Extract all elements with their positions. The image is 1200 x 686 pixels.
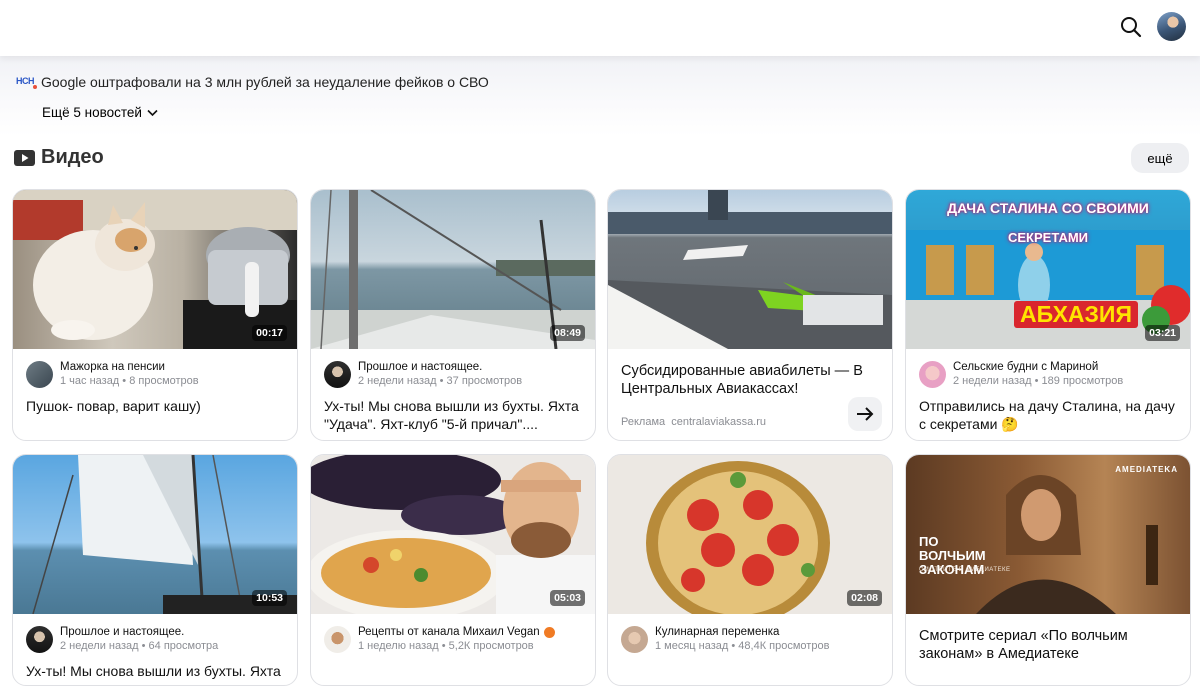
ad-thumbnail[interactable]: [608, 190, 892, 349]
video-views: 189 просмотров: [1041, 375, 1124, 387]
video-stats: 2 недели назад • 37 просмотров: [358, 375, 523, 387]
brand-logo: AMEDIATEKA: [1115, 465, 1178, 474]
video-thumbnail[interactable]: 10:53: [13, 455, 297, 614]
channel-name[interactable]: Мажорка на пенсии: [60, 361, 199, 373]
video-thumbnail[interactable]: 05:03: [311, 455, 595, 614]
video-card[interactable]: 10:53 Прошлое и настоящее. 2 недели наза…: [12, 454, 298, 686]
channel-name[interactable]: Прошлое и настоящее.: [60, 626, 218, 638]
news-source-logo-text: НСН: [16, 76, 35, 86]
ad-thumbnail[interactable]: AMEDIATEKA ПО ВОЛЧЬИМ ЗАКОНАМ СМОТРИТЕ В…: [906, 455, 1190, 614]
video-views: 48,4К просмотров: [738, 640, 830, 652]
ad-footer: Реклама centralaviakassa.ru: [621, 416, 766, 428]
section-title: Видео: [41, 146, 104, 168]
ad-title[interactable]: Смотрите сериал «По волчьим законам» в А…: [906, 614, 1190, 667]
video-card[interactable]: 00:17 Мажорка на пенсии 1 час назад • 8 …: [12, 189, 298, 441]
video-stats: 2 недели назад • 189 просмотров: [953, 375, 1124, 387]
video-thumbnail[interactable]: 08:49: [311, 190, 595, 349]
channel-name[interactable]: Сельские будни с Мариной: [953, 361, 1123, 373]
video-views: 5,2К просмотров: [448, 640, 534, 652]
video-card[interactable]: 02:08 Кулинарная переменка 1 месяц назад…: [607, 454, 893, 686]
video-stats: 1 месяц назад • 48,4К просмотров: [655, 640, 830, 652]
ad-label: Реклама: [621, 416, 666, 428]
ad-card[interactable]: AMEDIATEKA ПО ВОЛЧЬИМ ЗАКОНАМ СМОТРИТЕ В…: [905, 454, 1191, 686]
ad-domain[interactable]: centralaviakassa.ru: [671, 416, 766, 428]
top-bar: [0, 0, 1200, 56]
channel-name[interactable]: Рецепты от канала Михаил Vegan: [358, 626, 555, 638]
more-news-label: Ещё 5 новостей: [42, 105, 142, 120]
chevron-down-icon: [147, 109, 158, 116]
video-duration: 08:49: [550, 325, 585, 341]
video-stats: 1 час назад • 8 просмотров: [60, 375, 199, 387]
video-stats: 2 недели назад • 64 просмотра: [60, 640, 219, 652]
channel-info: Сельские будни с Мариной 2 недели назад …: [906, 349, 1190, 391]
channel-name[interactable]: Кулинарная переменка: [655, 626, 829, 638]
thumbnail-caption-big: АБХАЗИЯ: [1014, 301, 1138, 328]
video-title[interactable]: Отправились на дачу Сталина, на дачу с с…: [906, 397, 1190, 435]
video-play-icon: [14, 149, 35, 166]
video-title[interactable]: [311, 662, 595, 685]
video-duration: 02:08: [847, 590, 882, 606]
thumbnail-caption-mid: СЕКРЕТАМИ: [1007, 230, 1089, 245]
ad-title[interactable]: Субсидированные авиабилеты — В Центральн…: [608, 349, 892, 402]
search-icon[interactable]: [1118, 14, 1144, 40]
news-headline[interactable]: Google оштрафовали на 3 млн рублей за не…: [41, 74, 489, 90]
video-title[interactable]: Пушок- повар, варит кашу): [13, 397, 297, 435]
verified-badge-icon: [543, 626, 555, 638]
channel-info: Мажорка на пенсии 1 час назад • 8 просмо…: [13, 349, 297, 391]
video-stats: 1 неделю назад • 5,2К просмотров: [358, 640, 534, 652]
video-title[interactable]: Ух-ты! Мы снова вышли из бухты. Яхта "Уд…: [311, 397, 595, 435]
channel-avatar[interactable]: [324, 361, 351, 388]
video-time: 2 недели назад: [60, 640, 139, 652]
channel-info: Прошлое и настоящее. 2 недели назад • 64…: [13, 614, 297, 656]
video-title[interactable]: [608, 662, 892, 685]
video-time: 1 час назад: [60, 375, 120, 387]
ad-card[interactable]: Субсидированные авиабилеты — В Центральн…: [607, 189, 893, 441]
airport-thumbnail-art: [608, 190, 892, 349]
channel-avatar[interactable]: [26, 626, 53, 653]
channel-info: Кулинарная переменка 1 месяц назад • 48,…: [608, 614, 892, 656]
arrow-right-icon: [857, 407, 874, 421]
video-time: 1 неделю назад: [358, 640, 439, 652]
video-views: 8 просмотров: [129, 375, 199, 387]
user-avatar[interactable]: [1157, 12, 1186, 41]
news-source-logo: НСН: [16, 76, 37, 89]
video-card[interactable]: ДАЧА СТАЛИНА СО СВОИМИ СЕКРЕТАМИ АБХАЗИЯ…: [905, 189, 1191, 441]
video-time: 1 месяц назад: [655, 640, 729, 652]
channel-info: Рецепты от канала Михаил Vegan 1 неделю …: [311, 614, 595, 656]
channel-info: Прошлое и настоящее. 2 недели назад • 37…: [311, 349, 595, 391]
channel-name[interactable]: Прошлое и настоящее.: [358, 361, 522, 373]
video-section-header: Видео: [14, 146, 104, 169]
video-views: 37 просмотров: [446, 375, 523, 387]
video-time: 2 недели назад: [953, 375, 1032, 387]
video-duration: 10:53: [252, 590, 287, 606]
video-duration: 03:21: [1145, 325, 1180, 341]
video-thumbnail[interactable]: 00:17: [13, 190, 297, 349]
video-title[interactable]: Ух-ты! Мы снова вышли из бухты. Яхта: [13, 662, 297, 685]
video-card[interactable]: 08:49 Прошлое и настоящее. 2 недели наза…: [310, 189, 596, 441]
video-duration: 05:03: [550, 590, 585, 606]
video-card[interactable]: 05:03 Рецепты от канала Михаил Vegan 1 н…: [310, 454, 596, 686]
news-block: [0, 56, 1200, 136]
show-subtitle: СМОТРИТЕ В АМЕДИАТЕКЕ: [919, 567, 1011, 573]
video-thumbnail[interactable]: ДАЧА СТАЛИНА СО СВОИМИ СЕКРЕТАМИ АБХАЗИЯ…: [906, 190, 1190, 349]
video-views: 64 просмотра: [148, 640, 219, 652]
video-time: 2 недели назад: [358, 375, 437, 387]
channel-avatar[interactable]: [919, 361, 946, 388]
news-item[interactable]: НСН Google оштрафовали на 3 млн рублей з…: [16, 72, 489, 92]
more-videos-button[interactable]: ещё: [1131, 143, 1189, 173]
channel-avatar[interactable]: [324, 626, 351, 653]
channel-avatar[interactable]: [621, 626, 648, 653]
channel-name-text: Рецепты от канала Михаил Vegan: [358, 626, 540, 638]
more-news-button[interactable]: Ещё 5 новостей: [42, 105, 158, 120]
ad-open-button[interactable]: [848, 397, 882, 431]
video-thumbnail[interactable]: 02:08: [608, 455, 892, 614]
channel-avatar[interactable]: [26, 361, 53, 388]
video-duration: 00:17: [252, 325, 287, 341]
thumbnail-caption-top: ДАЧА СТАЛИНА СО СВОИМИ: [947, 200, 1149, 216]
